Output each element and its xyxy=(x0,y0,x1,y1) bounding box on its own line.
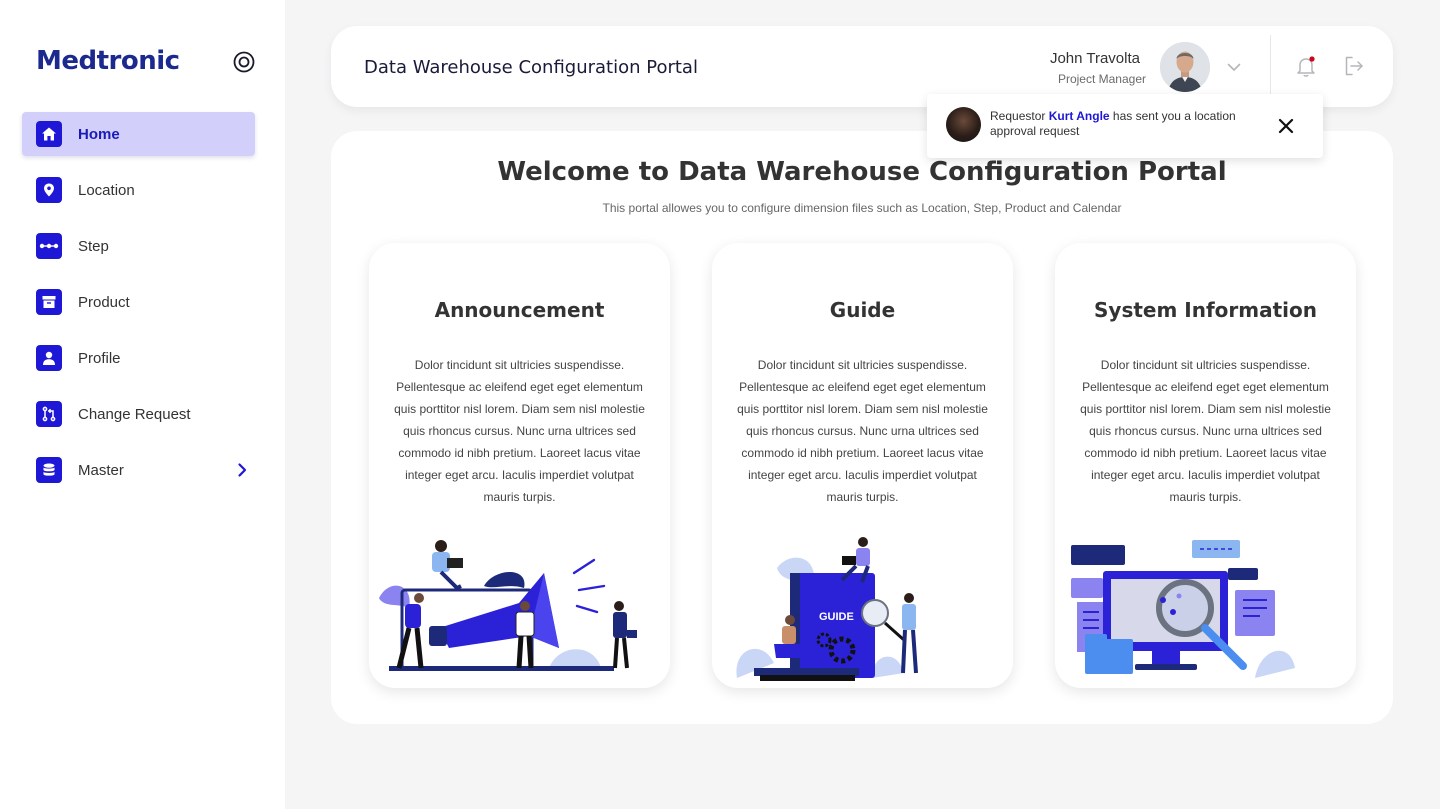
system-information-card[interactable]: System Information Dolor tincidunt sit u… xyxy=(1055,243,1356,688)
announcement-card[interactable]: Announcement Dolor tincidunt sit ultrici… xyxy=(369,243,670,688)
megaphone-illustration xyxy=(379,540,637,671)
guide-book-illustration: GUIDE xyxy=(736,537,918,681)
card-body: Dolor tincidunt sit ultricies suspendiss… xyxy=(394,358,645,504)
sidebar-item-master[interactable]: Master xyxy=(22,448,255,492)
avatar[interactable] xyxy=(1160,42,1210,92)
user-role: Project Manager xyxy=(1057,72,1146,86)
guide-book-label: GUIDE xyxy=(819,611,854,623)
sidebar-item-product[interactable]: Product xyxy=(22,280,255,324)
location-pin-icon xyxy=(36,177,62,203)
sidebar-item-profile[interactable]: Profile xyxy=(22,336,255,380)
sidebar-item-label: Step xyxy=(78,237,109,255)
header-divider xyxy=(1270,35,1271,97)
person-icon xyxy=(36,345,62,371)
box-icon xyxy=(36,289,62,315)
step-dots-icon xyxy=(36,233,62,259)
notification-prefix: Requestor xyxy=(990,109,1049,123)
sidebar-item-label: Home xyxy=(78,125,120,143)
pull-request-icon xyxy=(36,401,62,427)
sidebar-item-home[interactable]: Home xyxy=(22,112,255,156)
card-title: System Information xyxy=(1094,298,1317,322)
sidebar-item-change-request[interactable]: Change Request xyxy=(22,392,255,436)
sidebar-item-label: Location xyxy=(78,181,135,199)
chevron-right-icon[interactable] xyxy=(233,461,251,479)
page-title: Data Warehouse Configuration Portal xyxy=(364,57,698,78)
card-title: Guide xyxy=(829,298,896,322)
sidebar-item-label: Master xyxy=(78,461,124,479)
logout-icon[interactable] xyxy=(1342,54,1366,78)
card-title: Announcement xyxy=(434,298,605,322)
card-body: Dolor tincidunt sit ultricies suspendiss… xyxy=(737,358,988,504)
sidebar-item-label: Product xyxy=(78,293,130,311)
sidebar-nav: Home Location Step Product Profile Chang… xyxy=(22,112,255,504)
requestor-name[interactable]: Kurt Angle xyxy=(1049,109,1110,123)
notification-toast: Requestor Kurt Angle has sent you a loca… xyxy=(927,94,1323,158)
sidebar-item-location[interactable]: Location xyxy=(22,168,255,212)
notification-message: Requestor Kurt Angle has sent you a loca… xyxy=(990,109,1280,139)
chevron-down-icon[interactable] xyxy=(1225,58,1243,76)
sidebar: Medtronic Home Location Step Product Pro… xyxy=(0,0,285,809)
sidebar-item-step[interactable]: Step xyxy=(22,224,255,268)
brand-logo: Medtronic xyxy=(36,46,180,76)
system-monitor-illustration xyxy=(1071,540,1295,678)
settings-target-icon[interactable] xyxy=(233,51,255,73)
sidebar-item-label: Change Request xyxy=(78,405,191,423)
card-body: Dolor tincidunt sit ultricies suspendiss… xyxy=(1080,358,1331,504)
sidebar-item-label: Profile xyxy=(78,349,121,367)
guide-card[interactable]: Guide Dolor tincidunt sit ultricies susp… xyxy=(712,243,1013,688)
close-icon[interactable] xyxy=(1276,116,1296,136)
requestor-avatar xyxy=(946,107,981,142)
notification-dot xyxy=(1309,56,1315,62)
user-name: John Travolta xyxy=(1049,50,1140,67)
welcome-heading: Welcome to Data Warehouse Configuration … xyxy=(497,157,1227,187)
database-icon xyxy=(36,457,62,483)
bell-icon[interactable] xyxy=(1294,54,1318,78)
welcome-subtitle: This portal allowes you to configure dim… xyxy=(602,201,1122,215)
home-icon xyxy=(36,121,62,147)
main-panel: Welcome to Data Warehouse Configuration … xyxy=(331,131,1393,724)
